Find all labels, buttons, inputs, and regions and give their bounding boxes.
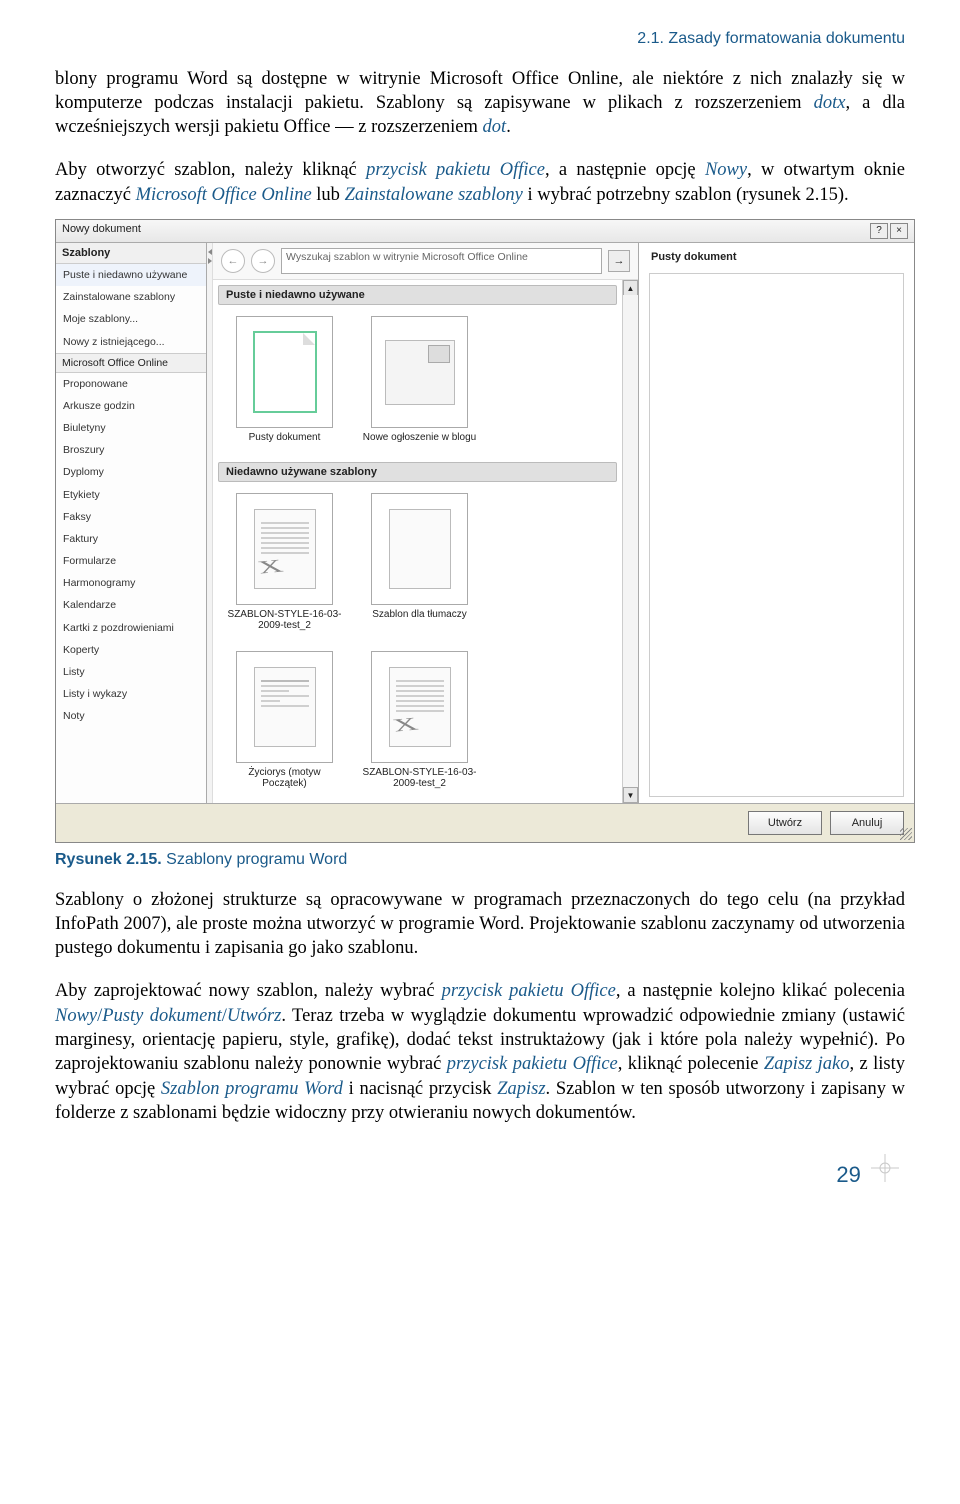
ui-ref: Microsoft Office Online xyxy=(136,185,312,205)
section-recently-used: Niedawno używane szablony xyxy=(218,462,617,482)
gallery-scroll: Puste i niedawno używane Pusty dokument … xyxy=(213,280,638,803)
ui-ref: Nowy xyxy=(55,1006,97,1026)
dialog-title: Nowy dokument xyxy=(62,223,141,239)
text: Aby otworzyć szablon, należy kliknąć xyxy=(55,160,366,180)
category-header-templates: Szablony xyxy=(56,243,206,264)
category-envelopes[interactable]: Koperty xyxy=(56,639,206,661)
page-number-value: 29 xyxy=(836,1162,860,1187)
category-greetings[interactable]: Kartki z pozdrowieniami xyxy=(56,617,206,639)
category-featured[interactable]: Proponowane xyxy=(56,373,206,395)
create-button[interactable]: Utwórz xyxy=(748,811,822,835)
category-calendars[interactable]: Kalendarze xyxy=(56,594,206,616)
template-resume[interactable]: Życiorys (motyw Początek) xyxy=(227,651,342,789)
caption-text: Szablony programu Word xyxy=(162,851,348,868)
category-notes[interactable]: Noty xyxy=(56,705,206,727)
ui-ref: Nowy xyxy=(705,160,747,180)
template-label: Życiorys (motyw Początek) xyxy=(227,767,342,789)
paragraph-1: blony programu Word są dostępne w witryn… xyxy=(55,67,905,140)
template-translators[interactable]: Szablon dla tłumaczy xyxy=(362,493,477,631)
term-dot: dot xyxy=(483,117,507,137)
category-schedules[interactable]: Harmonogramy xyxy=(56,572,206,594)
paragraph-2: Aby otworzyć szablon, należy kliknąć prz… xyxy=(55,158,905,207)
section-empty-recent: Puste i niedawno używane xyxy=(218,285,617,305)
ui-ref: przycisk pakietu Office xyxy=(447,1054,618,1074)
scrollbar[interactable]: ▲ ▼ xyxy=(622,280,638,803)
category-installed[interactable]: Zainstalowane szablony xyxy=(56,286,206,308)
category-header-online: Microsoft Office Online xyxy=(56,353,206,373)
category-timesheets[interactable]: Arkusze godzin xyxy=(56,395,206,417)
picture-icon xyxy=(428,345,450,363)
caption-label: Rysunek 2.15. xyxy=(55,851,162,868)
resize-grip-icon[interactable] xyxy=(900,828,912,840)
cancel-button[interactable]: Anuluj xyxy=(830,811,904,835)
text: Aby zaprojektować nowy szablon, należy w… xyxy=(55,981,442,1001)
template-label: Nowe ogłoszenie w blogu xyxy=(362,432,477,443)
page: 2.1. Zasady formatowania dokumentu blony… xyxy=(0,0,960,1218)
gallery-toolbar: ← → Wyszukaj szablon w witrynie Microsof… xyxy=(213,243,638,280)
template-empty-doc[interactable]: Pusty dokument xyxy=(227,316,342,443)
category-invoices[interactable]: Faktury xyxy=(56,528,206,550)
dialog-body: Szablony Puste i niedawno używane Zainst… xyxy=(56,243,914,803)
category-sidebar: Szablony Puste i niedawno używane Zainst… xyxy=(56,243,207,803)
category-forms[interactable]: Formularze xyxy=(56,550,206,572)
template-label: Szablon dla tłumaczy xyxy=(362,609,477,620)
page-ornament-icon xyxy=(871,1154,899,1182)
ui-ref: Pusty dokument xyxy=(102,1006,221,1026)
search-input[interactable]: Wyszukaj szablon w witrynie Microsoft Of… xyxy=(281,248,602,274)
help-button[interactable]: ? xyxy=(870,223,888,239)
text: i nacisnąć przycisk xyxy=(343,1079,497,1099)
category-newsletters[interactable]: Biuletyny xyxy=(56,417,206,439)
template-label: SZABLON-STYLE-16-03-2009-test_2 xyxy=(362,767,477,789)
category-empty-recent[interactable]: Puste i niedawno używane xyxy=(56,264,206,286)
template-label: Pusty dokument xyxy=(227,432,342,443)
figure-caption: Rysunek 2.15. Szablony programu Word xyxy=(55,851,905,869)
category-faxes[interactable]: Faksy xyxy=(56,506,206,528)
ui-ref: Utwórz xyxy=(227,1006,282,1026)
scroll-up-icon[interactable]: ▲ xyxy=(623,280,638,296)
text: lub xyxy=(312,185,345,205)
ui-ref: przycisk pakietu Office xyxy=(366,160,545,180)
back-button[interactable]: ← xyxy=(221,249,245,273)
paragraph-4: Aby zaprojektować nowy szablon, należy w… xyxy=(55,979,905,1125)
close-button[interactable]: × xyxy=(890,223,908,239)
search-go-button[interactable]: → xyxy=(608,250,630,272)
template-label: SZABLON-STYLE-16-03-2009-test_2 xyxy=(227,609,342,631)
category-diplomas[interactable]: Dyplomy xyxy=(56,461,206,483)
chevron-right-icon xyxy=(208,258,212,264)
ui-ref: przycisk pakietu Office xyxy=(442,981,616,1001)
term-dotx: dotx xyxy=(814,93,846,113)
text: blony programu Word są dostępne w witryn… xyxy=(55,69,905,113)
forward-button[interactable]: → xyxy=(251,249,275,273)
new-document-dialog: Nowy dokument ? × Szablony Puste i nieda… xyxy=(55,219,915,843)
template-style-test[interactable]: X SZABLON-STYLE-16-03-2009-test_2 xyxy=(227,493,342,631)
category-brochures[interactable]: Broszury xyxy=(56,439,206,461)
template-style-test-2[interactable]: X SZABLON-STYLE-16-03-2009-test_2 xyxy=(362,651,477,789)
preview-title: Pusty dokument xyxy=(651,251,904,263)
text: , a następnie kolejno klikać polecenia xyxy=(616,981,905,1001)
category-labels[interactable]: Etykiety xyxy=(56,484,206,506)
scroll-down-icon[interactable]: ▼ xyxy=(623,787,638,803)
category-my-templates[interactable]: Moje szablony... xyxy=(56,308,206,330)
text: . xyxy=(506,117,511,137)
category-lists[interactable]: Listy i wykazy xyxy=(56,683,206,705)
preview-pane: Pusty dokument xyxy=(639,243,914,803)
ui-ref: Zainstalowane szablony xyxy=(345,185,523,205)
chevron-left-icon xyxy=(208,249,212,255)
paragraph-3: Szablony o złożonej strukturze są opraco… xyxy=(55,888,905,961)
preview-sheet xyxy=(649,273,904,797)
dialog-footer: Utwórz Anuluj xyxy=(56,803,914,842)
text: i wybrać potrzebny szablon (rysunek 2.15… xyxy=(523,185,849,205)
ui-ref: Szablon programu Word xyxy=(161,1079,343,1099)
section-header: 2.1. Zasady formatowania dokumentu xyxy=(55,30,905,48)
text: , a następnie opcję xyxy=(545,160,705,180)
category-letters[interactable]: Listy xyxy=(56,661,206,683)
ui-ref: Zapisz xyxy=(497,1079,545,1099)
page-number: 29 xyxy=(55,1154,905,1188)
ui-ref: Zapisz jako xyxy=(764,1054,850,1074)
dialog-titlebar: Nowy dokument ? × xyxy=(56,220,914,243)
template-blog-post[interactable]: Nowe ogłoszenie w blogu xyxy=(362,316,477,443)
template-gallery: ← → Wyszukaj szablon w witrynie Microsof… xyxy=(213,243,639,803)
text: , kliknąć polecenie xyxy=(618,1054,764,1074)
category-new-from-existing[interactable]: Nowy z istniejącego... xyxy=(56,331,206,353)
